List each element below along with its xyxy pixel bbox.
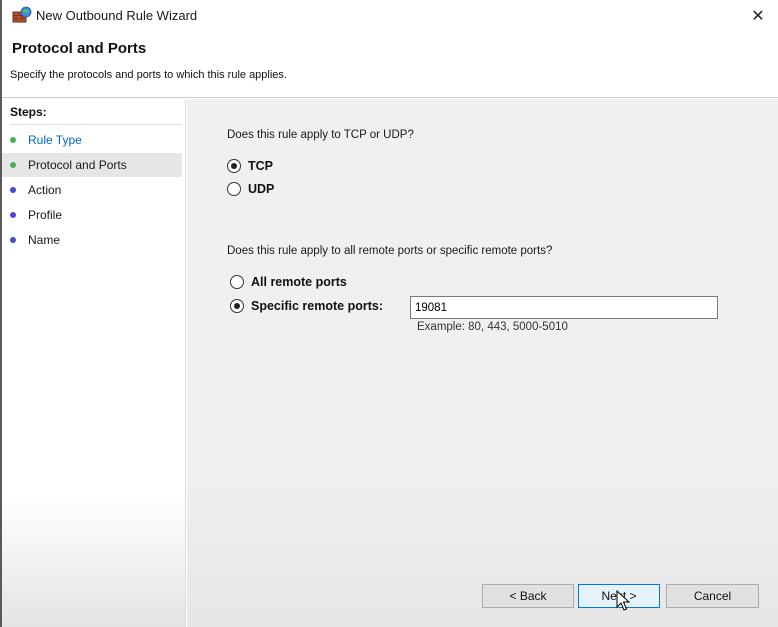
step-profile: Profile xyxy=(2,203,182,227)
close-button[interactable]: ✕ xyxy=(738,0,778,32)
close-icon: ✕ xyxy=(751,8,765,25)
ports-question: Does this rule apply to all remote ports… xyxy=(227,245,553,257)
all-remote-ports-radio[interactable] xyxy=(230,275,244,289)
step-status-dot xyxy=(10,187,16,193)
step-status-dot xyxy=(10,137,16,143)
step-name: Name xyxy=(2,228,182,252)
step-label: Protocol and Ports xyxy=(28,158,127,172)
protocol-question: Does this rule apply to TCP or UDP? xyxy=(227,129,414,141)
udp-label: UDP xyxy=(248,182,275,196)
step-label: Rule Type xyxy=(28,133,82,147)
back-button[interactable]: < Back xyxy=(482,584,574,608)
wizard-content: Does this rule apply to TCP or UDP? TCP … xyxy=(187,99,778,627)
step-status-dot xyxy=(10,162,16,168)
page-description: Specify the protocols and ports to which… xyxy=(10,69,287,81)
step-label: Profile xyxy=(28,208,63,222)
title-bar: New Outbound Rule Wizard ✕ xyxy=(2,0,778,32)
udp-radio-option[interactable]: UDP xyxy=(227,182,274,196)
page-title: Protocol and Ports xyxy=(12,40,147,57)
step-label: Name xyxy=(28,233,61,247)
steps-label: Steps: xyxy=(10,105,182,125)
mouse-cursor-icon xyxy=(616,589,631,612)
tcp-radio-option[interactable]: TCP xyxy=(227,159,273,173)
step-protocol-and-ports: Protocol and Ports xyxy=(2,153,182,177)
step-action: Action xyxy=(2,178,182,202)
tcp-label: TCP xyxy=(248,159,273,173)
all-remote-ports-label: All remote ports xyxy=(251,275,347,289)
window-title: New Outbound Rule Wizard xyxy=(36,8,198,23)
specific-remote-ports-label: Specific remote ports: xyxy=(251,299,383,313)
specific-remote-ports-radio[interactable] xyxy=(230,299,244,313)
specific-remote-ports-option[interactable]: Specific remote ports: xyxy=(230,299,383,313)
firewall-rule-icon xyxy=(12,6,32,24)
cancel-button[interactable]: Cancel xyxy=(666,584,759,608)
all-remote-ports-option[interactable]: All remote ports xyxy=(230,275,347,289)
udp-radio[interactable] xyxy=(227,182,241,196)
wizard-header: Protocol and Ports Specify the protocols… xyxy=(2,32,778,98)
step-rule-type[interactable]: Rule Type xyxy=(2,128,182,152)
tcp-radio[interactable] xyxy=(227,159,241,173)
steps-sidebar: Steps: Rule Type Protocol and Ports Acti… xyxy=(2,99,186,627)
step-label: Action xyxy=(28,183,62,197)
ports-example: Example: 80, 443, 5000-5010 xyxy=(417,321,568,333)
remote-ports-input[interactable] xyxy=(410,296,718,319)
wizard-window: New Outbound Rule Wizard ✕ Protocol and … xyxy=(0,0,778,627)
step-status-dot xyxy=(10,237,16,243)
step-status-dot xyxy=(10,212,16,218)
